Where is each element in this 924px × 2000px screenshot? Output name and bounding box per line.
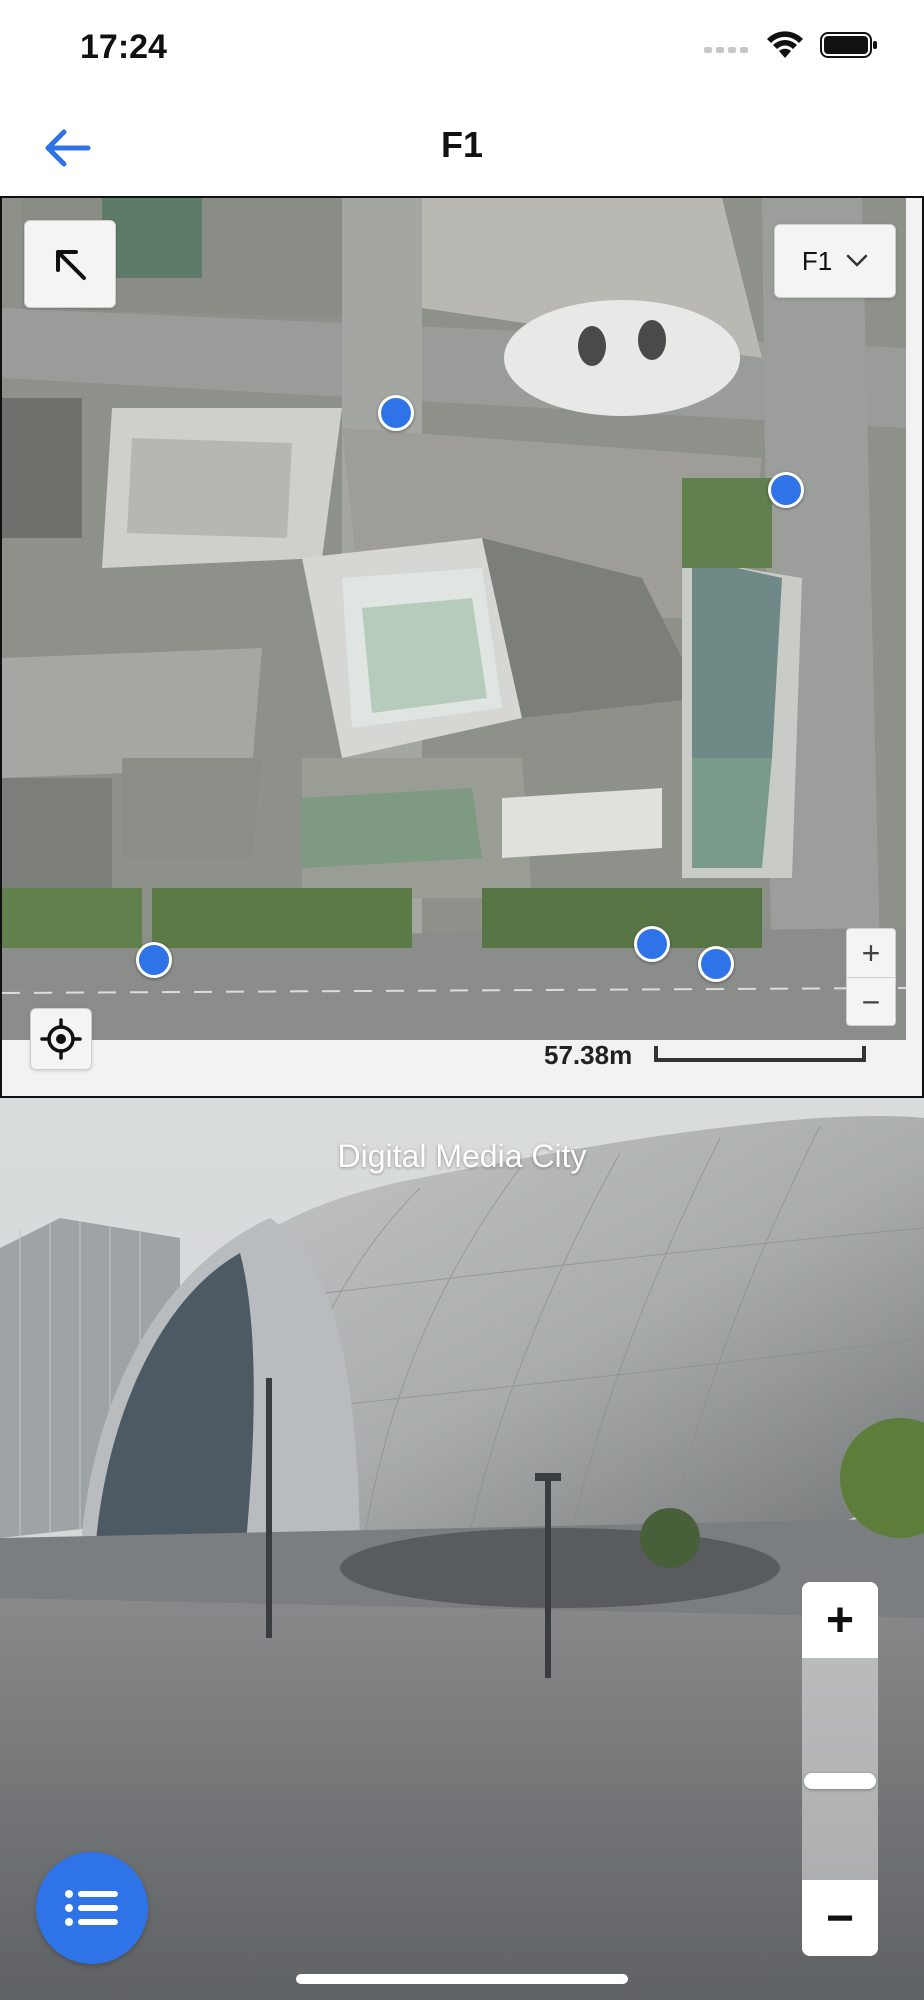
map-panel[interactable]: F1 + − 57.38m [0, 196, 924, 1098]
panorama-zoom-out-button[interactable]: − [802, 1880, 878, 1956]
chevron-down-icon [846, 254, 868, 267]
poi-marker[interactable] [698, 946, 734, 982]
crosshair-icon [40, 1018, 82, 1060]
arrow-up-left-icon [56, 250, 86, 280]
status-icons [704, 30, 878, 60]
poi-marker[interactable] [634, 926, 670, 962]
locate-button[interactable] [30, 1008, 92, 1070]
header: F1 [0, 100, 924, 196]
floor-selector-value: F1 [801, 245, 833, 276]
panorama-location-label: Digital Media City [337, 1138, 587, 1174]
map-scale-bar [654, 1046, 866, 1062]
panorama-zoom-control: + − [802, 1582, 878, 1956]
poi-marker[interactable] [378, 395, 414, 431]
home-indicator [296, 1974, 628, 1984]
panorama-view[interactable]: Digital Media City [0, 1098, 924, 2000]
list-button[interactable] [36, 1852, 148, 1964]
compass-button[interactable] [24, 220, 116, 308]
poi-marker[interactable] [136, 942, 172, 978]
panorama-zoom-slider[interactable] [802, 1658, 878, 1880]
aerial-map-image[interactable] [2, 198, 906, 1040]
poi-marker[interactable] [768, 472, 804, 508]
floor-selector[interactable]: F1 [774, 224, 896, 298]
battery-icon [820, 32, 877, 58]
panorama-zoom-slider-thumb[interactable] [804, 1773, 876, 1789]
status-time: 17:24 [80, 28, 167, 66]
wifi-icon [767, 31, 803, 58]
cellular-signal-icon [704, 47, 748, 53]
page-title: F1 [440, 124, 483, 165]
map-zoom-controls: + − [846, 928, 896, 1026]
list-icon [65, 1890, 118, 1926]
panorama-zoom-in-button[interactable]: + [802, 1582, 878, 1658]
map-zoom-in-button[interactable]: + [847, 929, 895, 977]
map-zoom-out-button[interactable]: − [847, 977, 895, 1026]
status-bar: 17:24 [0, 0, 924, 100]
map-scale-label: 57.38m [544, 1040, 633, 1070]
panorama-image[interactable] [0, 1098, 924, 2000]
